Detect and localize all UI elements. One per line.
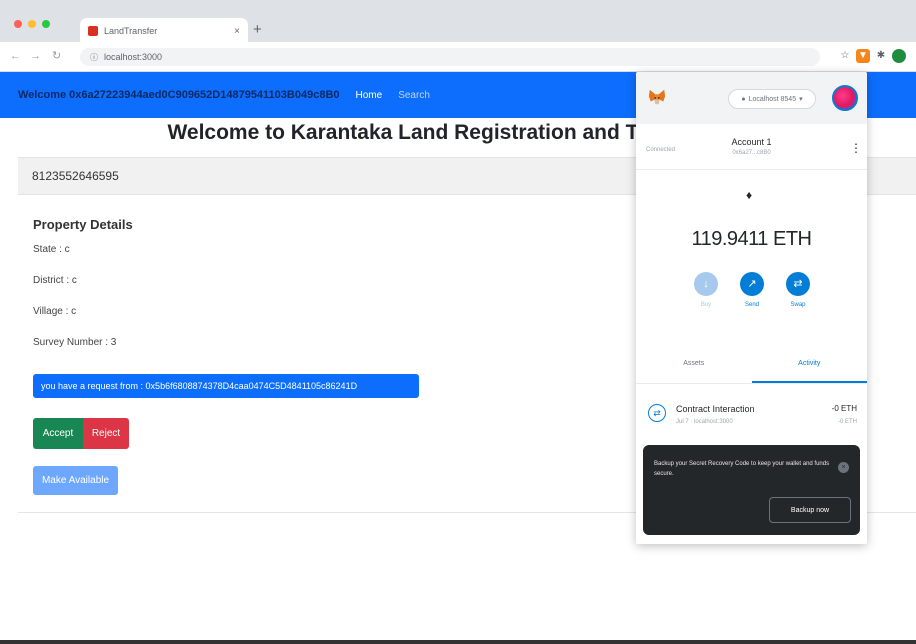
property-survey-number: Survey Number : 3 (33, 337, 117, 348)
transaction-subtitle: Jul 7 · localhost:3000 (676, 419, 733, 425)
account-name: Account 1 (731, 137, 772, 147)
property-details: Property Details State : c District : c … (33, 217, 133, 368)
brave-shield-icon (88, 26, 98, 36)
property-village: Village : c (33, 306, 77, 317)
metamask-popup: ● Localhost 8545 ▾ Connected Account 1 0… (636, 72, 867, 544)
chevron-down-icon: ▾ (799, 96, 803, 103)
make-available-button[interactable]: Make Available (33, 466, 118, 495)
metamask-header: ● Localhost 8545 ▾ (636, 72, 867, 124)
account-address: 0x6a27...c8B0 (732, 150, 771, 156)
network-dot-icon: ● (741, 95, 746, 103)
browser-chrome: LandTransfer × + ← → ↻ ⓘ localhost:3000 … (0, 0, 916, 72)
swap-label: Swap (790, 302, 806, 308)
network-selector[interactable]: ● Localhost 8545 ▾ (728, 89, 816, 109)
buy-label: Buy (700, 302, 712, 308)
divider (636, 169, 867, 170)
contract-interaction-icon: ⇄ (648, 404, 666, 422)
wallet-tabs: Assets Activity (636, 350, 867, 384)
close-window-button[interactable] (14, 20, 22, 28)
tab-close-icon[interactable]: × (234, 26, 240, 37)
transaction-item[interactable]: ⇄ Contract Interaction Jul 7 · localhost… (636, 392, 867, 438)
forward-arrow-icon[interactable]: → (30, 50, 41, 62)
navbar-brand[interactable]: Welcome 0x6a27223944aed0C909652D14879541… (18, 89, 340, 101)
reject-button[interactable]: Reject (83, 418, 129, 449)
nav-link-home[interactable]: Home (356, 90, 383, 101)
window-controls (14, 20, 50, 28)
minimize-window-button[interactable] (28, 20, 36, 28)
transaction-title: Contract Interaction (676, 404, 755, 414)
new-tab-icon[interactable]: + (253, 22, 262, 37)
tab-title: LandTransfer (104, 26, 158, 36)
close-icon[interactable]: × (838, 462, 849, 473)
tab-activity[interactable]: Activity (751, 350, 867, 383)
account-avatar[interactable] (832, 85, 858, 111)
tab-bar: LandTransfer × + (0, 8, 916, 44)
wallet-actions: ↓ Buy ↗ Send ⇄ Swap (692, 272, 812, 308)
ethereum-icon: ♦ (746, 188, 753, 202)
swap-icon: ⇄ (786, 272, 810, 296)
swap-button[interactable]: ⇄ Swap (784, 272, 812, 308)
backup-reminder-text: Backup your Secret Recovery Code to keep… (654, 461, 830, 477)
id-number: 8123552646595 (32, 169, 119, 183)
network-name: Localhost 8545 (748, 95, 797, 103)
buy-icon: ↓ (694, 272, 718, 296)
accept-button[interactable]: Accept (33, 418, 83, 449)
property-details-heading: Property Details (33, 217, 133, 232)
address-url: localhost:3000 (104, 52, 163, 62)
backup-now-button[interactable]: Backup now (769, 497, 851, 523)
metamask-extension-icon[interactable]: ▼ (856, 49, 870, 63)
send-label: Send (744, 302, 759, 308)
back-arrow-icon[interactable]: ← (10, 50, 21, 62)
send-button[interactable]: ↗ Send (738, 272, 766, 308)
backup-reminder-toast: Backup your Secret Recovery Code to keep… (643, 445, 860, 535)
reload-icon[interactable]: ↻ (52, 50, 61, 62)
maximize-window-button[interactable] (42, 20, 50, 28)
info-icon[interactable]: ⓘ (90, 52, 98, 63)
extensions-puzzle-icon[interactable]: ✱ (874, 49, 888, 63)
tab-assets[interactable]: Assets (636, 350, 752, 383)
bookmark-star-icon[interactable]: ☆ (838, 49, 852, 63)
nav-link-search[interactable]: Search (398, 90, 430, 101)
account-options-icon[interactable]: ⋮ (850, 142, 862, 154)
account-selector[interactable]: Account 1 0x6a27...c8B0 (636, 137, 867, 156)
buy-button[interactable]: ↓ Buy (692, 272, 720, 308)
eth-balance: 119.9411 ETH (691, 228, 812, 250)
address-bar[interactable]: ⓘ localhost:3000 (80, 48, 820, 66)
browser-tab[interactable]: LandTransfer × (80, 18, 248, 44)
transaction-amount-secondary: -0 ETH (837, 419, 857, 425)
transaction-amount: -0 ETH (831, 404, 857, 413)
send-icon: ↗ (740, 272, 764, 296)
request-banner: you have a request from : 0x5b6f68088743… (33, 374, 419, 398)
window-bottom-edge (0, 640, 916, 644)
profile-avatar-icon[interactable] (892, 49, 906, 63)
browser-toolbar: ← → ↻ ⓘ localhost:3000 ☆ ▼ ✱ (0, 42, 916, 72)
request-text: you have a request from : 0x5b6f68088743… (41, 381, 358, 391)
property-state: State : c (33, 244, 70, 255)
metamask-fox-icon (648, 89, 666, 105)
property-district: District : c (33, 275, 77, 286)
